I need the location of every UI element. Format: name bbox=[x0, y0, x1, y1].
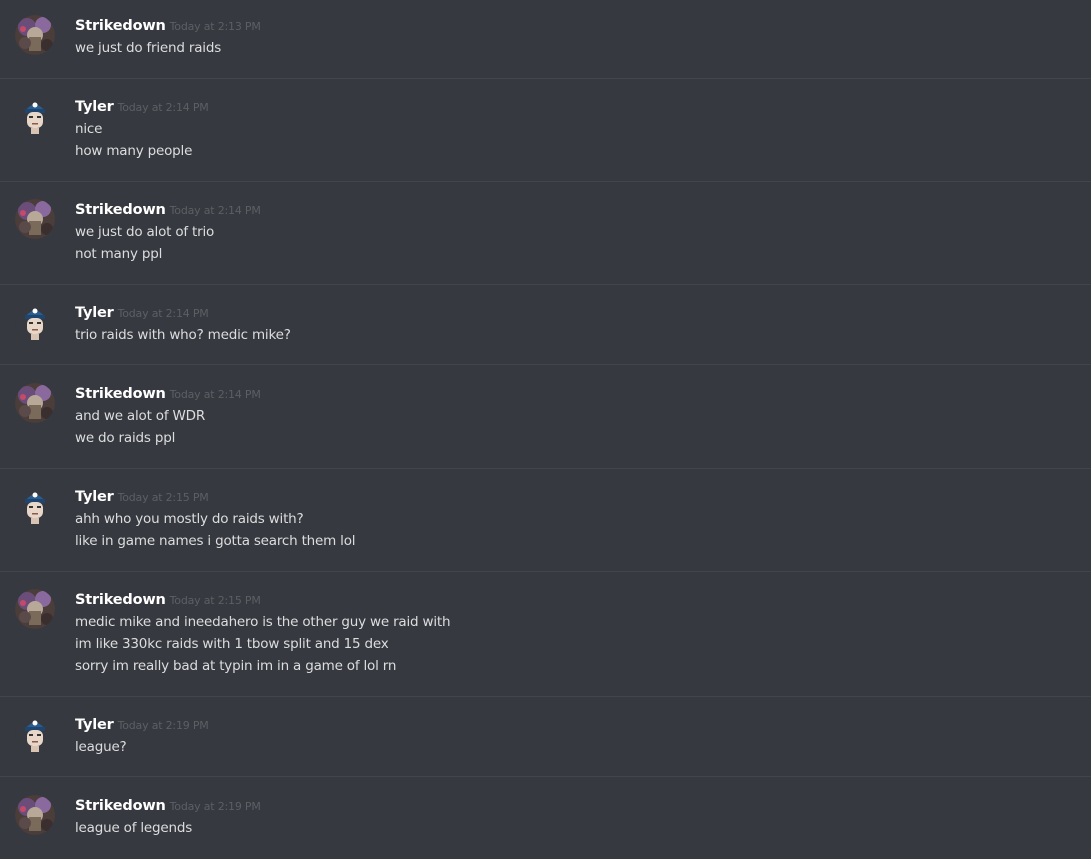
message-content: nice how many people bbox=[75, 118, 192, 162]
avatar[interactable] bbox=[15, 15, 55, 55]
message-text: league? bbox=[75, 739, 127, 755]
message-header: Strikedown Today at 2:19 PM bbox=[75, 795, 261, 817]
username[interactable]: Tyler bbox=[75, 99, 114, 115]
message-header: Strikedown Today at 2:14 PM bbox=[75, 383, 261, 405]
username[interactable]: Tyler bbox=[75, 717, 114, 733]
message-text: we do raids ppl bbox=[75, 430, 176, 446]
chat-messages: Strikedown Today at 2:13 PM we just do fri… bbox=[0, 0, 1091, 859]
avatar[interactable] bbox=[15, 486, 55, 526]
avatar[interactable] bbox=[15, 199, 55, 239]
timestamp: Today at 2:14 PM bbox=[169, 388, 261, 401]
avatar[interactable] bbox=[15, 589, 55, 629]
message-text: medic mike and ineedahero is the other g… bbox=[75, 614, 451, 630]
avatar[interactable] bbox=[15, 302, 55, 342]
message-text: league of legends bbox=[75, 820, 193, 836]
message-text: like in game names i gotta search them l… bbox=[75, 533, 356, 549]
message-group: Strikedown Today at 2:19 PM league of lege… bbox=[0, 795, 1091, 859]
message-text: we just do friend raids bbox=[75, 40, 222, 56]
timestamp: Today at 2:19 PM bbox=[169, 800, 261, 813]
message-content: we just do friend raids bbox=[75, 37, 221, 59]
message-text: sorry im really bad at typin im in a gam… bbox=[75, 658, 397, 674]
message-group: Tyler Today at 2:19 PM league? bbox=[0, 714, 1091, 777]
message-text: ahh who you mostly do raids with? bbox=[75, 511, 304, 527]
message-header: Strikedown Today at 2:14 PM bbox=[75, 199, 261, 221]
message-content: ahh who you mostly do raids with? like in… bbox=[75, 508, 356, 552]
username[interactable]: Tyler bbox=[75, 489, 114, 505]
timestamp: Today at 2:15 PM bbox=[117, 491, 209, 504]
message-group: Strikedown Today at 2:14 PM and we alot of… bbox=[0, 383, 1091, 469]
message-content: medic mike and ineedahero is the other g… bbox=[75, 611, 451, 677]
message-text: im like 330kc raids with 1 tbow split an… bbox=[75, 636, 389, 652]
message-text: and we alot of WDR bbox=[75, 408, 206, 424]
timestamp: Today at 2:14 PM bbox=[117, 307, 209, 320]
timestamp: Today at 2:14 PM bbox=[117, 101, 209, 114]
username[interactable]: Tyler bbox=[75, 305, 114, 321]
timestamp: Today at 2:14 PM bbox=[169, 204, 261, 217]
timestamp: Today at 2:15 PM bbox=[169, 594, 261, 607]
message-text: we just do alot of trio bbox=[75, 224, 215, 240]
message-header: Strikedown Today at 2:13 PM bbox=[75, 15, 261, 37]
message-group: Strikedown Today at 2:15 PM medic mike and… bbox=[0, 589, 1091, 697]
message-header: Tyler Today at 2:14 PM bbox=[75, 302, 209, 324]
avatar[interactable] bbox=[15, 383, 55, 423]
avatar[interactable] bbox=[15, 714, 55, 754]
message-group: Strikedown Today at 2:14 PM we just do alo… bbox=[0, 199, 1091, 285]
username[interactable]: Strikedown bbox=[75, 202, 166, 218]
message-header: Tyler Today at 2:14 PM bbox=[75, 96, 209, 118]
avatar[interactable] bbox=[15, 96, 55, 136]
message-group: Tyler Today at 2:14 PM nice how many people bbox=[0, 96, 1091, 182]
timestamp: Today at 2:19 PM bbox=[117, 719, 209, 732]
message-content: and we alot of WDR we do raids ppl bbox=[75, 405, 205, 449]
message-header: Strikedown Today at 2:15 PM bbox=[75, 589, 261, 611]
message-text: not many ppl bbox=[75, 246, 163, 262]
message-content: league of legends bbox=[75, 817, 192, 839]
message-content: we just do alot of trio not many ppl bbox=[75, 221, 214, 265]
avatar[interactable] bbox=[15, 795, 55, 835]
timestamp: Today at 2:13 PM bbox=[169, 20, 261, 33]
message-group: Tyler Today at 2:14 PM trio raids with who… bbox=[0, 302, 1091, 365]
username[interactable]: Strikedown bbox=[75, 798, 166, 814]
message-header: Tyler Today at 2:15 PM bbox=[75, 486, 209, 508]
message-text: how many people bbox=[75, 143, 193, 159]
message-content: league? bbox=[75, 736, 127, 758]
message-text: trio raids with who? medic mike? bbox=[75, 327, 291, 343]
username[interactable]: Strikedown bbox=[75, 386, 166, 402]
username[interactable]: Strikedown bbox=[75, 18, 166, 34]
message-text: nice bbox=[75, 121, 103, 137]
message-header: Tyler Today at 2:19 PM bbox=[75, 714, 209, 736]
message-group: Strikedown Today at 2:13 PM we just do fri… bbox=[0, 15, 1091, 79]
message-group: Tyler Today at 2:15 PM ahh who you mostly … bbox=[0, 486, 1091, 572]
username[interactable]: Strikedown bbox=[75, 592, 166, 608]
message-content: trio raids with who? medic mike? bbox=[75, 324, 291, 346]
